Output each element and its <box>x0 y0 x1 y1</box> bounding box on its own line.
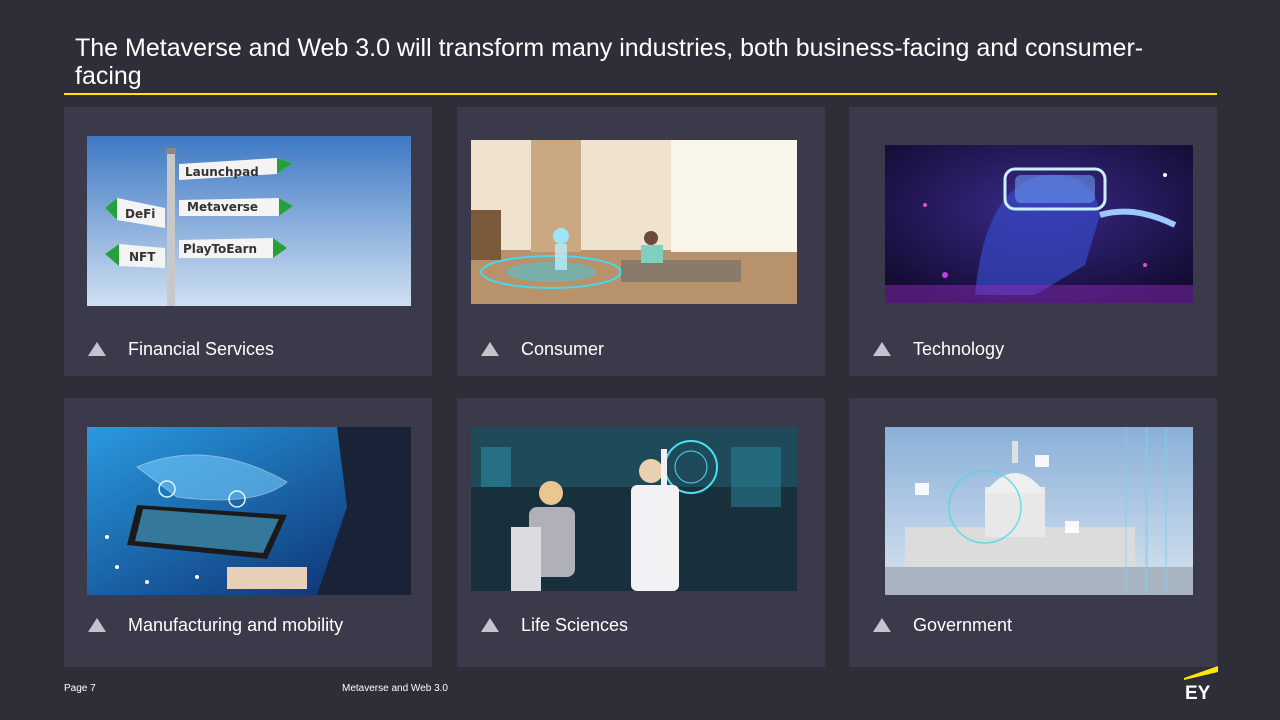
sign-defi: DeFi <box>125 207 155 221</box>
card-label: Manufacturing and mobility <box>128 614 344 635</box>
car-hologram-image <box>87 427 411 595</box>
page-number: Page 7 <box>64 683 96 694</box>
lab-scientists-image <box>471 427 797 591</box>
slide-title: The Metaverse and Web 3.0 will transform… <box>75 34 1144 90</box>
card-life-sciences: Life Sciences <box>457 398 825 667</box>
card-government: Government <box>849 398 1217 667</box>
triangle-bullet-icon <box>481 342 499 356</box>
sign-launchpad: Launchpad <box>185 165 259 179</box>
card-financial-services: Launchpad Metaverse PlayToEarn DeFi NFT … <box>64 107 432 376</box>
triangle-bullet-icon <box>873 342 891 356</box>
card-label: Technology <box>913 338 1005 359</box>
triangle-bullet-icon <box>88 618 106 632</box>
card-label-row: Consumer <box>481 337 604 361</box>
triangle-bullet-icon <box>873 618 891 632</box>
triangle-bullet-icon <box>88 342 106 356</box>
card-technology: Technology <box>849 107 1217 376</box>
sign-metaverse: Metaverse <box>187 200 258 214</box>
sign-playtoearn: PlayToEarn <box>183 242 257 256</box>
card-label: Financial Services <box>128 338 275 359</box>
triangle-bullet-icon <box>481 618 499 632</box>
footer-doc-title: Metaverse and Web 3.0 <box>342 683 448 694</box>
ey-logo-text: EY <box>1185 683 1211 700</box>
card-label: Life Sciences <box>521 614 629 635</box>
card-label: Consumer <box>521 338 605 359</box>
card-label-row: Government <box>873 613 1012 637</box>
card-label: Government <box>913 614 1013 635</box>
consumer-image <box>471 140 797 304</box>
card-label-row: Life Sciences <box>481 613 628 637</box>
card-label-row: Technology <box>873 337 1004 361</box>
ey-logo: EY <box>1184 666 1218 704</box>
signpost-image: Launchpad Metaverse PlayToEarn DeFi NFT <box>87 136 411 306</box>
card-label-row: Manufacturing and mobility <box>88 613 343 637</box>
title-underline <box>64 93 1217 95</box>
card-consumer: Consumer <box>457 107 825 376</box>
vr-headset-image <box>885 145 1193 303</box>
card-manufacturing: Manufacturing and mobility <box>64 398 432 667</box>
card-label-row: Financial Services <box>88 337 274 361</box>
capitol-image <box>885 427 1193 595</box>
sign-nft: NFT <box>129 250 156 264</box>
